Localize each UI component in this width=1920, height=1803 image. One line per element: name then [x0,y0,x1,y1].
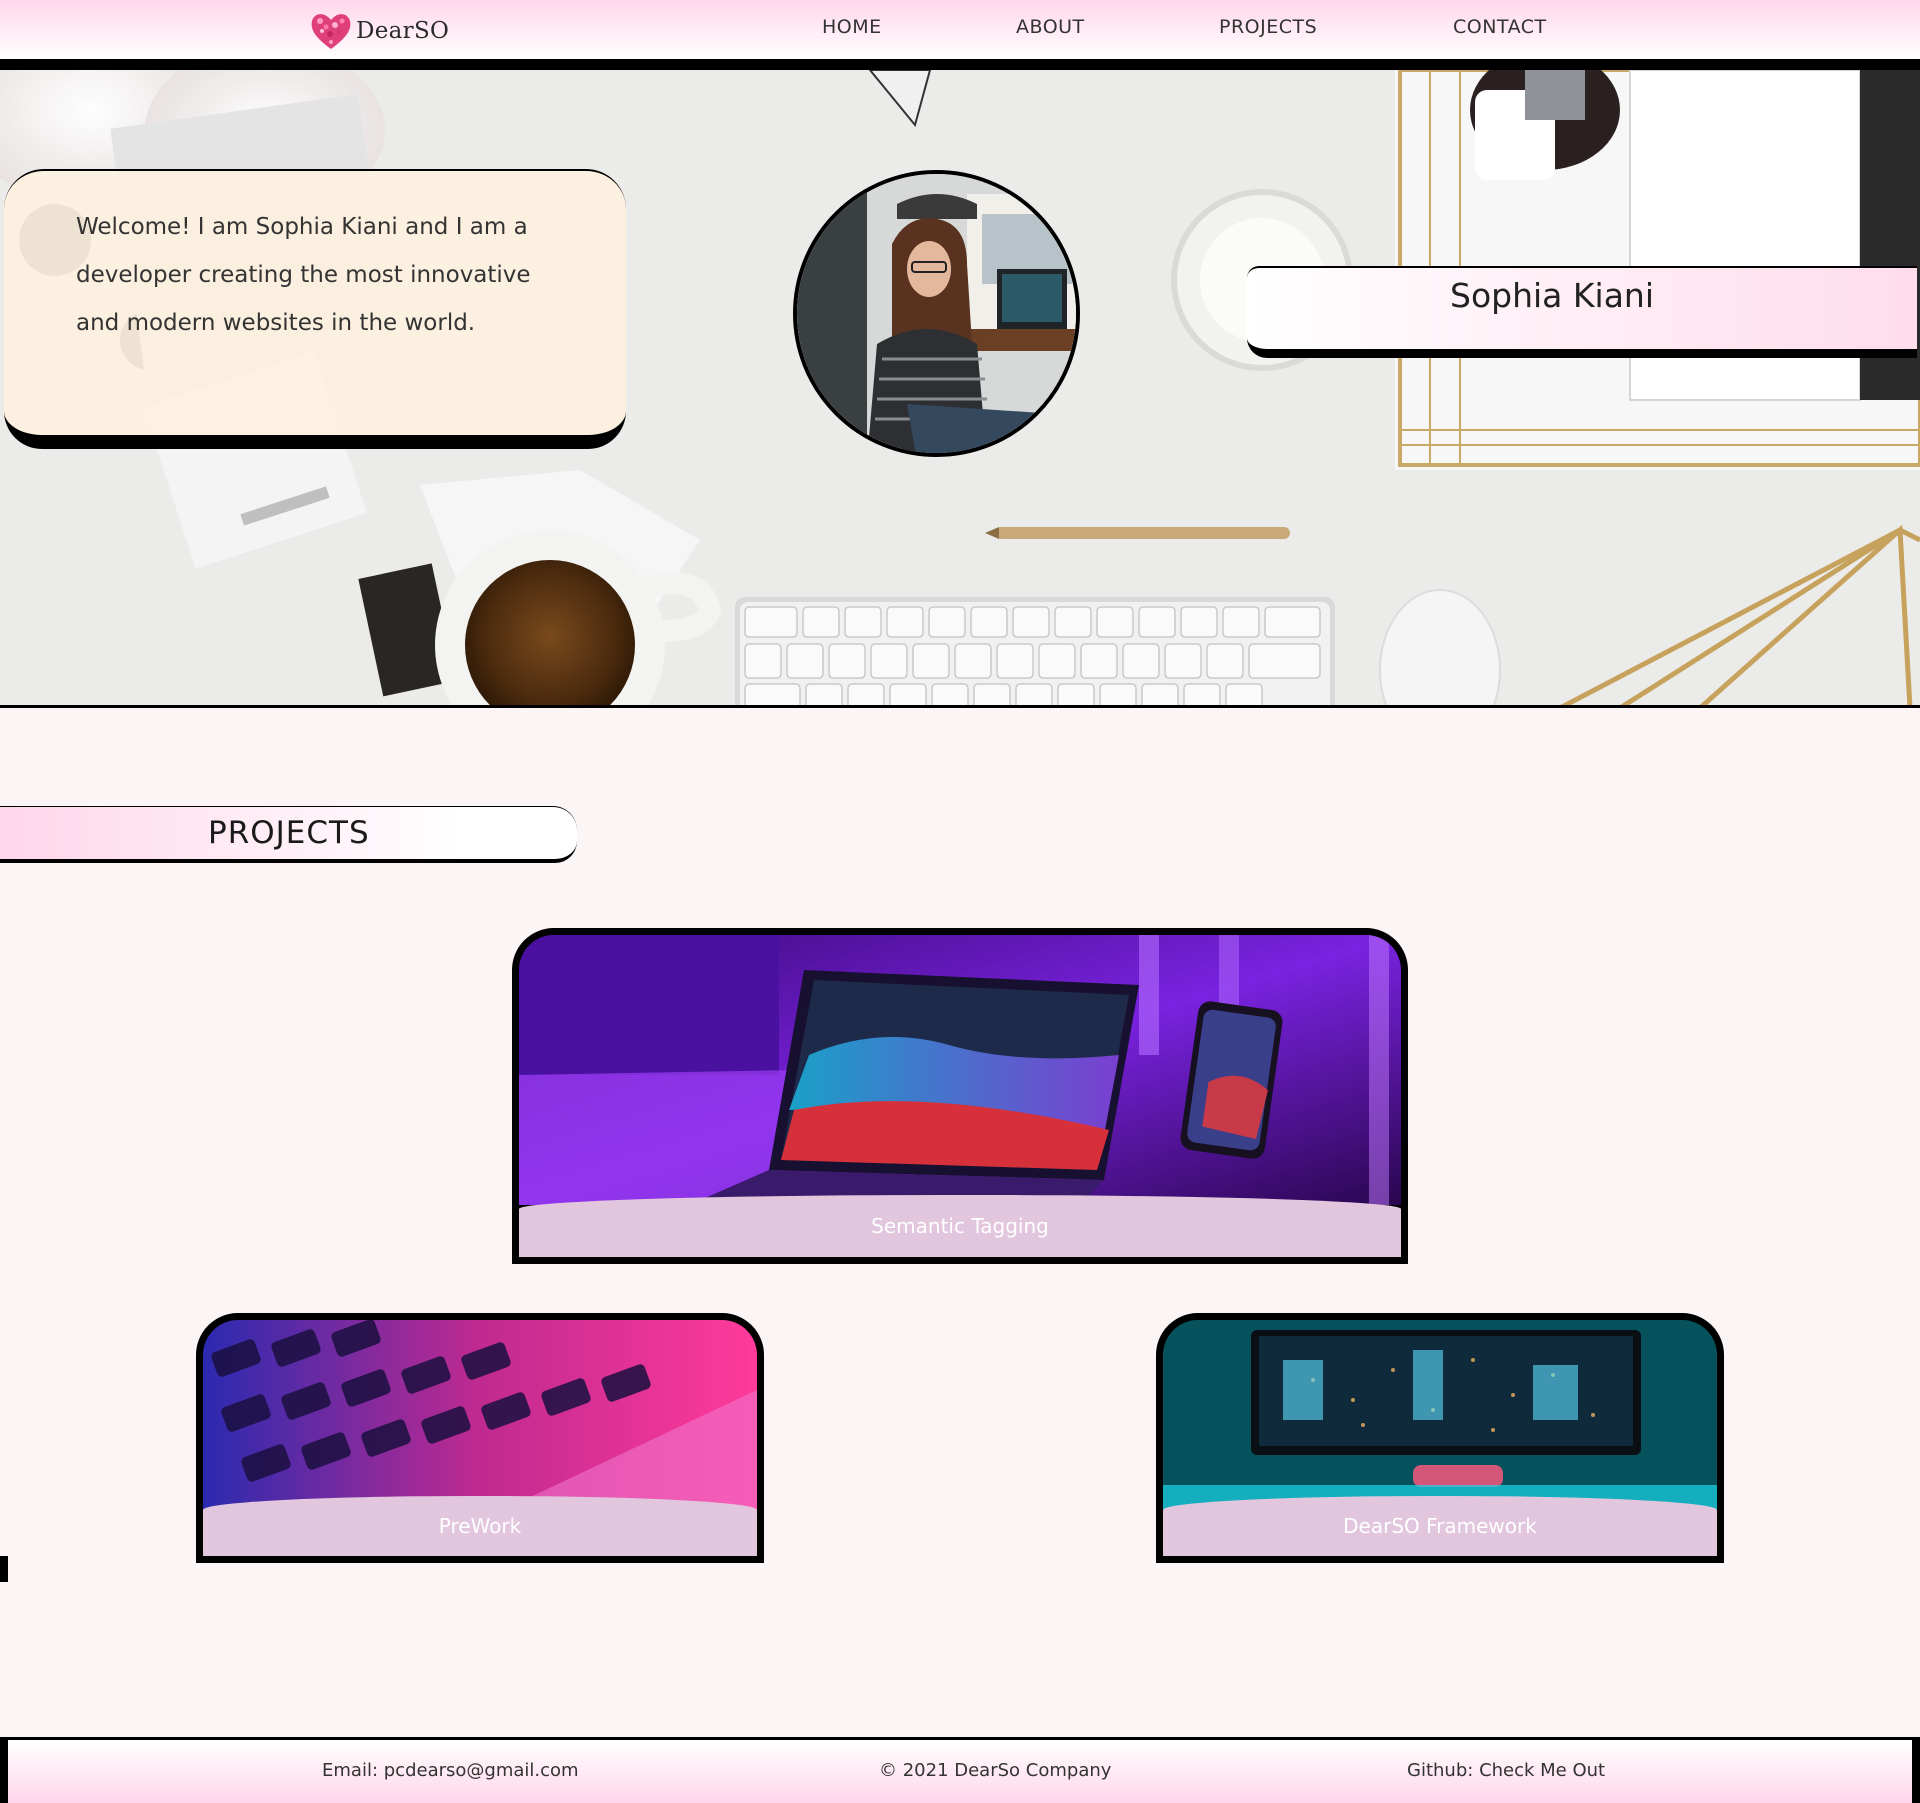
welcome-card: Welcome! I am Sophia Kiani and I am a de… [4,169,626,449]
footer-copyright: © 2021 DearSo Company [879,1760,1112,1781]
footer-email-label: Email: [322,1760,379,1781]
projects-heading: PROJECTS [0,806,577,863]
nav-contact-link[interactable]: CONTACT [1453,16,1547,38]
welcome-text: Welcome! I am Sophia Kiani and I am a de… [76,214,531,336]
nav-home-link[interactable]: HOME [822,16,882,38]
nav-projects-link[interactable]: PROJECTS [1219,16,1317,38]
hero-name: Sophia Kiani [1450,276,1654,315]
profile-photo [793,170,1080,457]
top-nav: DearSO HOME ABOUT PROJECTS CONTACT [0,0,1920,70]
brand-name: DearSO [356,17,450,44]
project-caption: PreWork [203,1496,757,1556]
heart-logo-icon [311,13,351,49]
project-card-prework[interactable]: PreWork [196,1313,764,1563]
project-image-laptop [519,935,1401,1205]
projects-heading-text: PROJECTS [208,815,370,851]
project-caption: Semantic Tagging [519,1195,1401,1257]
project-image-monitor [1163,1320,1717,1510]
profile-photo-image [797,174,1076,453]
project-image-keyboard [203,1320,757,1510]
project-card-semantic-tagging[interactable]: Semantic Tagging [512,928,1408,1264]
footer-github-link[interactable]: Check Me Out [1479,1760,1605,1781]
hero-section: Welcome! I am Sophia Kiani and I am a de… [0,70,1920,708]
footer: Email: pcdearso@gmail.com © 2021 DearSo … [0,1737,1920,1803]
footer-github: Github: Check Me Out [1407,1760,1605,1781]
footer-email-link[interactable]: pcdearso@gmail.com [384,1760,579,1781]
project-card-dearso-framework[interactable]: DearSO Framework [1156,1313,1724,1563]
footer-github-label: Github: [1407,1760,1474,1781]
project-caption: DearSO Framework [1163,1496,1717,1556]
footer-email: Email: pcdearso@gmail.com [322,1760,579,1781]
name-plate: Sophia Kiani [1247,266,1917,358]
side-marker [0,1556,8,1582]
nav-about-link[interactable]: ABOUT [1016,16,1085,38]
brand-logo[interactable]: DearSO [308,8,449,53]
